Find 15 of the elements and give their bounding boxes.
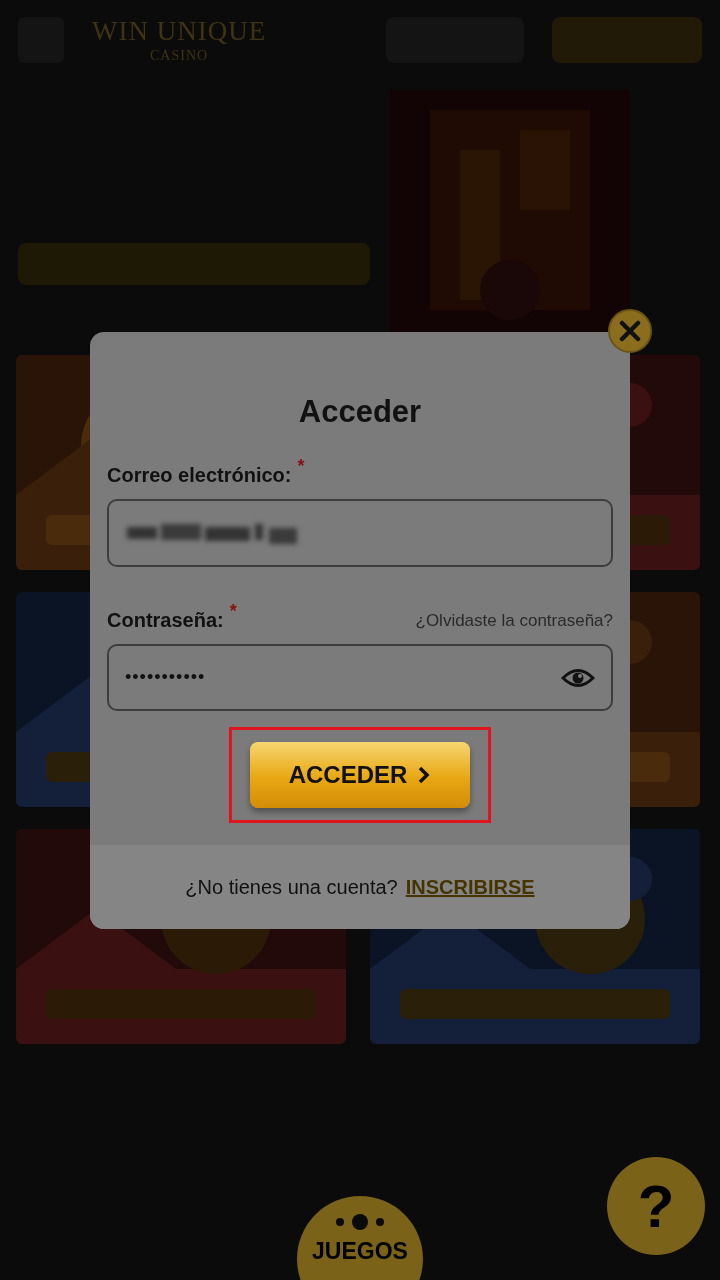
eye-icon[interactable] [561,666,595,689]
games-button[interactable]: JUEGOS [297,1196,423,1280]
dialog-title: Acceder [297,394,423,430]
password-field[interactable]: ••••••••••• [107,644,613,711]
chevron-right-icon [417,766,432,784]
signup-prompt: ¿No tienes una cuenta? [185,875,398,899]
signup-link[interactable]: INSCRIBIRSE [405,875,535,899]
field-label: Correo electrónico: * [107,456,305,487]
close-icon [619,320,641,342]
email-field[interactable] [107,499,613,567]
forgot-password-link[interactable]: ¿Olvidaste la contraseña? [415,601,613,631]
login-button[interactable]: ACCEDER [250,742,470,808]
password-input[interactable]: ••••••••••• [125,667,561,688]
help-button[interactable]: ? [607,1157,705,1255]
field-label: Contraseña: * [107,601,237,632]
